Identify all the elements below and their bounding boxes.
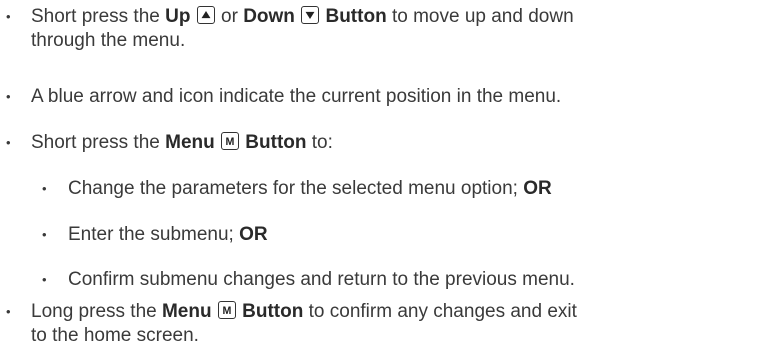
button-label: Button: [242, 301, 304, 322]
list-item-menu-short-press: • Short press the Menu M Button to:: [0, 131, 762, 157]
list-item-text: A blue arrow and icon indicate the curre…: [31, 86, 562, 107]
menu-m-icon: M: [221, 132, 240, 150]
instruction-list: • Short press the Up or Down Button to m…: [0, 0, 762, 346]
list-item-text: Enter the submenu; OR: [68, 223, 758, 247]
text-segment: Short press the: [31, 132, 166, 153]
menu-label: Menu: [165, 132, 215, 153]
sub-list-item-change-parameters: • Change the parameters for the selected…: [0, 177, 762, 203]
menu-label: Menu: [161, 301, 212, 322]
menu-m-icon: M: [217, 301, 236, 319]
text-segment: Change the parameters for the selected m…: [68, 178, 524, 199]
menu-key-letter: M: [222, 305, 231, 317]
or-label: OR: [523, 178, 552, 199]
bullet-dot: •: [6, 9, 11, 24]
list-item-navigate: • Short press the Up or Down Button to m…: [0, 5, 762, 57]
text-segment: to:: [306, 132, 333, 153]
text-segment: Long press the: [31, 301, 162, 322]
text-segment: to the home screen.: [31, 325, 199, 346]
sub-list-item-enter-submenu: • Enter the submenu; OR: [0, 223, 762, 249]
bullet-dot: •: [42, 227, 47, 242]
list-item-text: Change the parameters for the selected m…: [68, 177, 758, 201]
bullet-dot: •: [6, 89, 11, 104]
text-segment: Enter the submenu;: [68, 224, 240, 245]
bullet-dot: •: [42, 181, 47, 196]
list-item-blue-arrow: • A blue arrow and icon indicate the cur…: [0, 85, 762, 111]
text-segment: to move up and down: [386, 6, 574, 27]
list-item-text: Confirm submenu changes and return to th…: [68, 268, 758, 292]
bullet-dot: •: [6, 135, 11, 150]
button-label: Button: [320, 6, 387, 27]
bullet-dot: •: [6, 304, 11, 319]
list-item-text: Short press the Up or Down Button to mov…: [31, 5, 759, 53]
down-label: Down: [243, 6, 295, 27]
text-segment: or: [221, 6, 244, 27]
button-label: Button: [245, 132, 307, 153]
sub-list-item-confirm-changes: • Confirm submenu changes and return to …: [0, 268, 762, 294]
list-item-text: Short press the Menu M Button to:: [31, 131, 759, 155]
text-segment: Short press the: [31, 6, 166, 27]
list-item-menu-long-press: • Long press the Menu M Button to confir…: [0, 300, 762, 352]
menu-key-letter: M: [226, 136, 235, 148]
up-triangle-icon: [196, 6, 215, 24]
down-triangle-icon: [301, 6, 320, 24]
text-segment: through the menu.: [31, 30, 186, 51]
text-segment: to confirm any changes and exit: [303, 301, 577, 322]
text-segment: Confirm submenu changes and return to th…: [68, 269, 575, 290]
or-label: OR: [239, 224, 268, 245]
list-item-text: Long press the Menu M Button to confirm …: [31, 300, 759, 348]
bullet-dot: •: [42, 272, 47, 287]
up-label: Up: [165, 6, 191, 27]
